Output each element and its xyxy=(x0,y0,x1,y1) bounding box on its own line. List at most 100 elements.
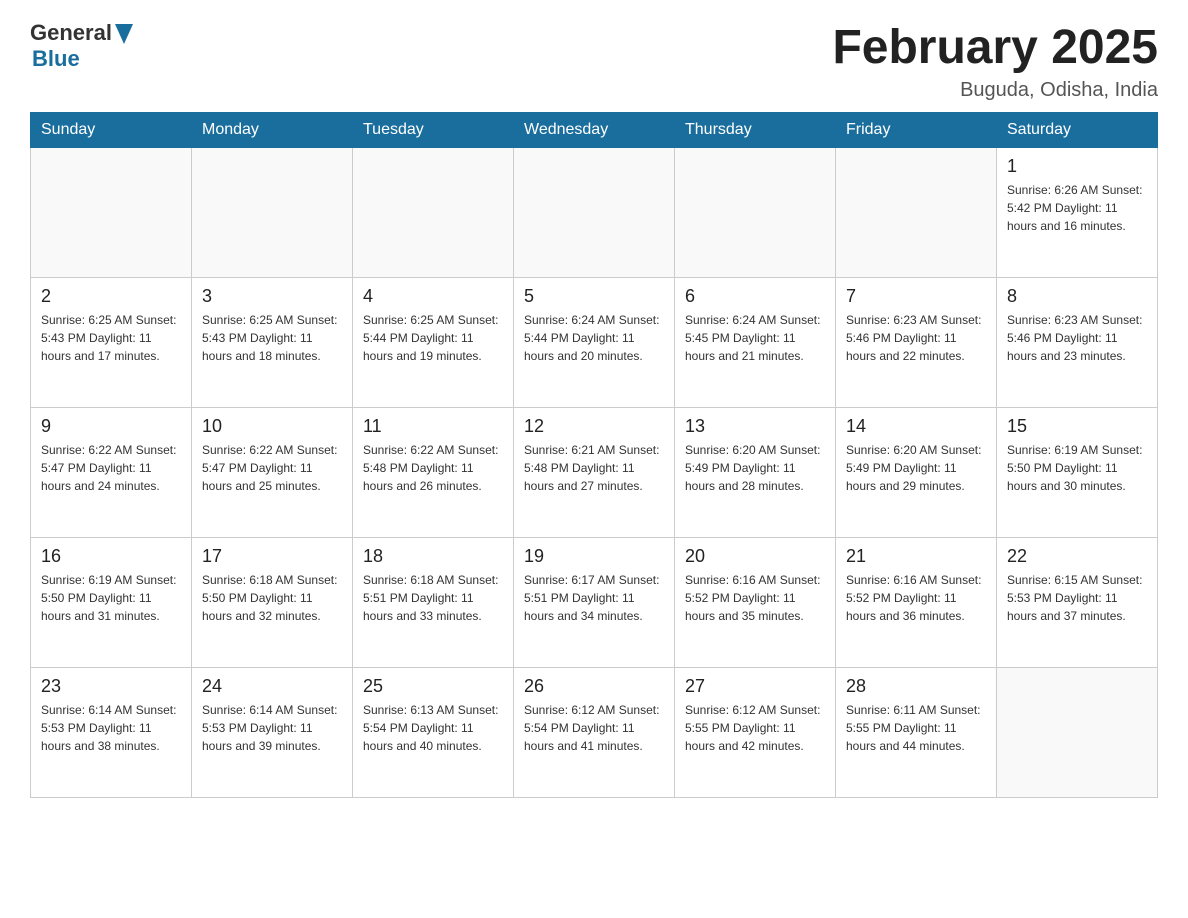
logo-general-text: General xyxy=(30,20,112,46)
day-info: Sunrise: 6:15 AM Sunset: 5:53 PM Dayligh… xyxy=(1007,571,1147,625)
calendar-cell: 24 Sunrise: 6:14 AM Sunset: 5:53 PM Dayli… xyxy=(192,668,353,798)
calendar-cell xyxy=(514,148,675,278)
calendar-subtitle: Buguda, Odisha, India xyxy=(832,79,1158,102)
day-info: Sunrise: 6:25 AM Sunset: 5:43 PM Dayligh… xyxy=(41,311,181,365)
calendar-cell: 15 Sunrise: 6:19 AM Sunset: 5:50 PM Dayli… xyxy=(997,408,1158,538)
day-info: Sunrise: 6:19 AM Sunset: 5:50 PM Dayligh… xyxy=(41,571,181,625)
calendar-cell: 12 Sunrise: 6:21 AM Sunset: 5:48 PM Dayli… xyxy=(514,408,675,538)
day-number: 15 xyxy=(1007,416,1147,437)
day-number: 4 xyxy=(363,286,503,307)
day-number: 28 xyxy=(846,676,986,697)
day-number: 16 xyxy=(41,546,181,567)
calendar-cell: 10 Sunrise: 6:22 AM Sunset: 5:47 PM Dayli… xyxy=(192,408,353,538)
day-number: 2 xyxy=(41,286,181,307)
calendar-cell: 17 Sunrise: 6:18 AM Sunset: 5:50 PM Dayli… xyxy=(192,538,353,668)
calendar-cell: 16 Sunrise: 6:19 AM Sunset: 5:50 PM Dayli… xyxy=(31,538,192,668)
day-info: Sunrise: 6:20 AM Sunset: 5:49 PM Dayligh… xyxy=(685,441,825,495)
weekday-header-monday: Monday xyxy=(192,113,353,148)
day-number: 14 xyxy=(846,416,986,437)
week-row-3: 9 Sunrise: 6:22 AM Sunset: 5:47 PM Daylig… xyxy=(31,408,1158,538)
day-number: 9 xyxy=(41,416,181,437)
day-number: 23 xyxy=(41,676,181,697)
title-area: February 2025 Buguda, Odisha, India xyxy=(832,20,1158,102)
day-info: Sunrise: 6:25 AM Sunset: 5:43 PM Dayligh… xyxy=(202,311,342,365)
week-row-1: 1 Sunrise: 6:26 AM Sunset: 5:42 PM Daylig… xyxy=(31,148,1158,278)
day-number: 1 xyxy=(1007,156,1147,177)
calendar-cell: 11 Sunrise: 6:22 AM Sunset: 5:48 PM Dayli… xyxy=(353,408,514,538)
calendar-cell xyxy=(675,148,836,278)
day-info: Sunrise: 6:24 AM Sunset: 5:45 PM Dayligh… xyxy=(685,311,825,365)
calendar-cell: 14 Sunrise: 6:20 AM Sunset: 5:49 PM Dayli… xyxy=(836,408,997,538)
calendar-cell: 26Sunrise: 6:12 AM Sunset: 5:54 PM Dayli… xyxy=(514,668,675,798)
calendar-cell xyxy=(836,148,997,278)
day-info: Sunrise: 6:23 AM Sunset: 5:46 PM Dayligh… xyxy=(846,311,986,365)
calendar-cell: 6 Sunrise: 6:24 AM Sunset: 5:45 PM Daylig… xyxy=(675,278,836,408)
calendar-cell: 21 Sunrise: 6:16 AM Sunset: 5:52 PM Dayli… xyxy=(836,538,997,668)
day-number: 19 xyxy=(524,546,664,567)
logo-arrow-icon xyxy=(115,24,133,44)
calendar-cell: 18Sunrise: 6:18 AM Sunset: 5:51 PM Dayli… xyxy=(353,538,514,668)
calendar-cell: 19 Sunrise: 6:17 AM Sunset: 5:51 PM Dayli… xyxy=(514,538,675,668)
day-number: 20 xyxy=(685,546,825,567)
logo: General Blue xyxy=(30,20,133,72)
day-number: 22 xyxy=(1007,546,1147,567)
day-info: Sunrise: 6:21 AM Sunset: 5:48 PM Dayligh… xyxy=(524,441,664,495)
day-info: Sunrise: 6:25 AM Sunset: 5:44 PM Dayligh… xyxy=(363,311,503,365)
day-info: Sunrise: 6:16 AM Sunset: 5:52 PM Dayligh… xyxy=(846,571,986,625)
weekday-header-friday: Friday xyxy=(836,113,997,148)
weekday-header-row: SundayMondayTuesdayWednesdayThursdayFrid… xyxy=(31,113,1158,148)
day-info: Sunrise: 6:18 AM Sunset: 5:50 PM Dayligh… xyxy=(202,571,342,625)
day-number: 25 xyxy=(363,676,503,697)
day-info: Sunrise: 6:18 AM Sunset: 5:51 PM Dayligh… xyxy=(363,571,503,625)
day-number: 3 xyxy=(202,286,342,307)
weekday-header-tuesday: Tuesday xyxy=(353,113,514,148)
day-info: Sunrise: 6:26 AM Sunset: 5:42 PM Dayligh… xyxy=(1007,181,1147,235)
day-number: 8 xyxy=(1007,286,1147,307)
calendar-cell xyxy=(31,148,192,278)
day-info: Sunrise: 6:16 AM Sunset: 5:52 PM Dayligh… xyxy=(685,571,825,625)
calendar-cell: 23 Sunrise: 6:14 AM Sunset: 5:53 PM Dayli… xyxy=(31,668,192,798)
day-number: 11 xyxy=(363,416,503,437)
calendar-cell xyxy=(997,668,1158,798)
day-info: Sunrise: 6:12 AM Sunset: 5:55 PM Dayligh… xyxy=(685,701,825,755)
week-row-4: 16 Sunrise: 6:19 AM Sunset: 5:50 PM Dayli… xyxy=(31,538,1158,668)
day-info: Sunrise: 6:12 AM Sunset: 5:54 PM Dayligh… xyxy=(524,701,664,755)
day-info: Sunrise: 6:13 AM Sunset: 5:54 PM Dayligh… xyxy=(363,701,503,755)
calendar-cell: 8 Sunrise: 6:23 AM Sunset: 5:46 PM Daylig… xyxy=(997,278,1158,408)
day-info: Sunrise: 6:22 AM Sunset: 5:48 PM Dayligh… xyxy=(363,441,503,495)
day-number: 5 xyxy=(524,286,664,307)
day-number: 10 xyxy=(202,416,342,437)
day-number: 13 xyxy=(685,416,825,437)
weekday-header-saturday: Saturday xyxy=(997,113,1158,148)
day-number: 27 xyxy=(685,676,825,697)
page-header: General Blue February 2025 Buguda, Odish… xyxy=(30,20,1158,102)
day-number: 6 xyxy=(685,286,825,307)
calendar-cell: 4 Sunrise: 6:25 AM Sunset: 5:44 PM Daylig… xyxy=(353,278,514,408)
calendar-cell: 5Sunrise: 6:24 AM Sunset: 5:44 PM Daylig… xyxy=(514,278,675,408)
day-number: 12 xyxy=(524,416,664,437)
calendar-cell: 13 Sunrise: 6:20 AM Sunset: 5:49 PM Dayli… xyxy=(675,408,836,538)
calendar-cell xyxy=(353,148,514,278)
calendar-cell: 28Sunrise: 6:11 AM Sunset: 5:55 PM Dayli… xyxy=(836,668,997,798)
calendar-cell: 27 Sunrise: 6:12 AM Sunset: 5:55 PM Dayli… xyxy=(675,668,836,798)
day-info: Sunrise: 6:14 AM Sunset: 5:53 PM Dayligh… xyxy=(41,701,181,755)
day-info: Sunrise: 6:23 AM Sunset: 5:46 PM Dayligh… xyxy=(1007,311,1147,365)
calendar-cell: 7Sunrise: 6:23 AM Sunset: 5:46 PM Daylig… xyxy=(836,278,997,408)
calendar-cell: 1 Sunrise: 6:26 AM Sunset: 5:42 PM Daylig… xyxy=(997,148,1158,278)
calendar-cell: 20 Sunrise: 6:16 AM Sunset: 5:52 PM Dayli… xyxy=(675,538,836,668)
day-number: 21 xyxy=(846,546,986,567)
weekday-header-wednesday: Wednesday xyxy=(514,113,675,148)
day-info: Sunrise: 6:17 AM Sunset: 5:51 PM Dayligh… xyxy=(524,571,664,625)
calendar-table: SundayMondayTuesdayWednesdayThursdayFrid… xyxy=(30,112,1158,798)
day-info: Sunrise: 6:20 AM Sunset: 5:49 PM Dayligh… xyxy=(846,441,986,495)
weekday-header-thursday: Thursday xyxy=(675,113,836,148)
day-number: 24 xyxy=(202,676,342,697)
calendar-cell: 2 Sunrise: 6:25 AM Sunset: 5:43 PM Daylig… xyxy=(31,278,192,408)
day-info: Sunrise: 6:14 AM Sunset: 5:53 PM Dayligh… xyxy=(202,701,342,755)
calendar-cell: 3 Sunrise: 6:25 AM Sunset: 5:43 PM Daylig… xyxy=(192,278,353,408)
week-row-2: 2 Sunrise: 6:25 AM Sunset: 5:43 PM Daylig… xyxy=(31,278,1158,408)
day-info: Sunrise: 6:22 AM Sunset: 5:47 PM Dayligh… xyxy=(202,441,342,495)
day-info: Sunrise: 6:22 AM Sunset: 5:47 PM Dayligh… xyxy=(41,441,181,495)
day-info: Sunrise: 6:19 AM Sunset: 5:50 PM Dayligh… xyxy=(1007,441,1147,495)
day-number: 17 xyxy=(202,546,342,567)
